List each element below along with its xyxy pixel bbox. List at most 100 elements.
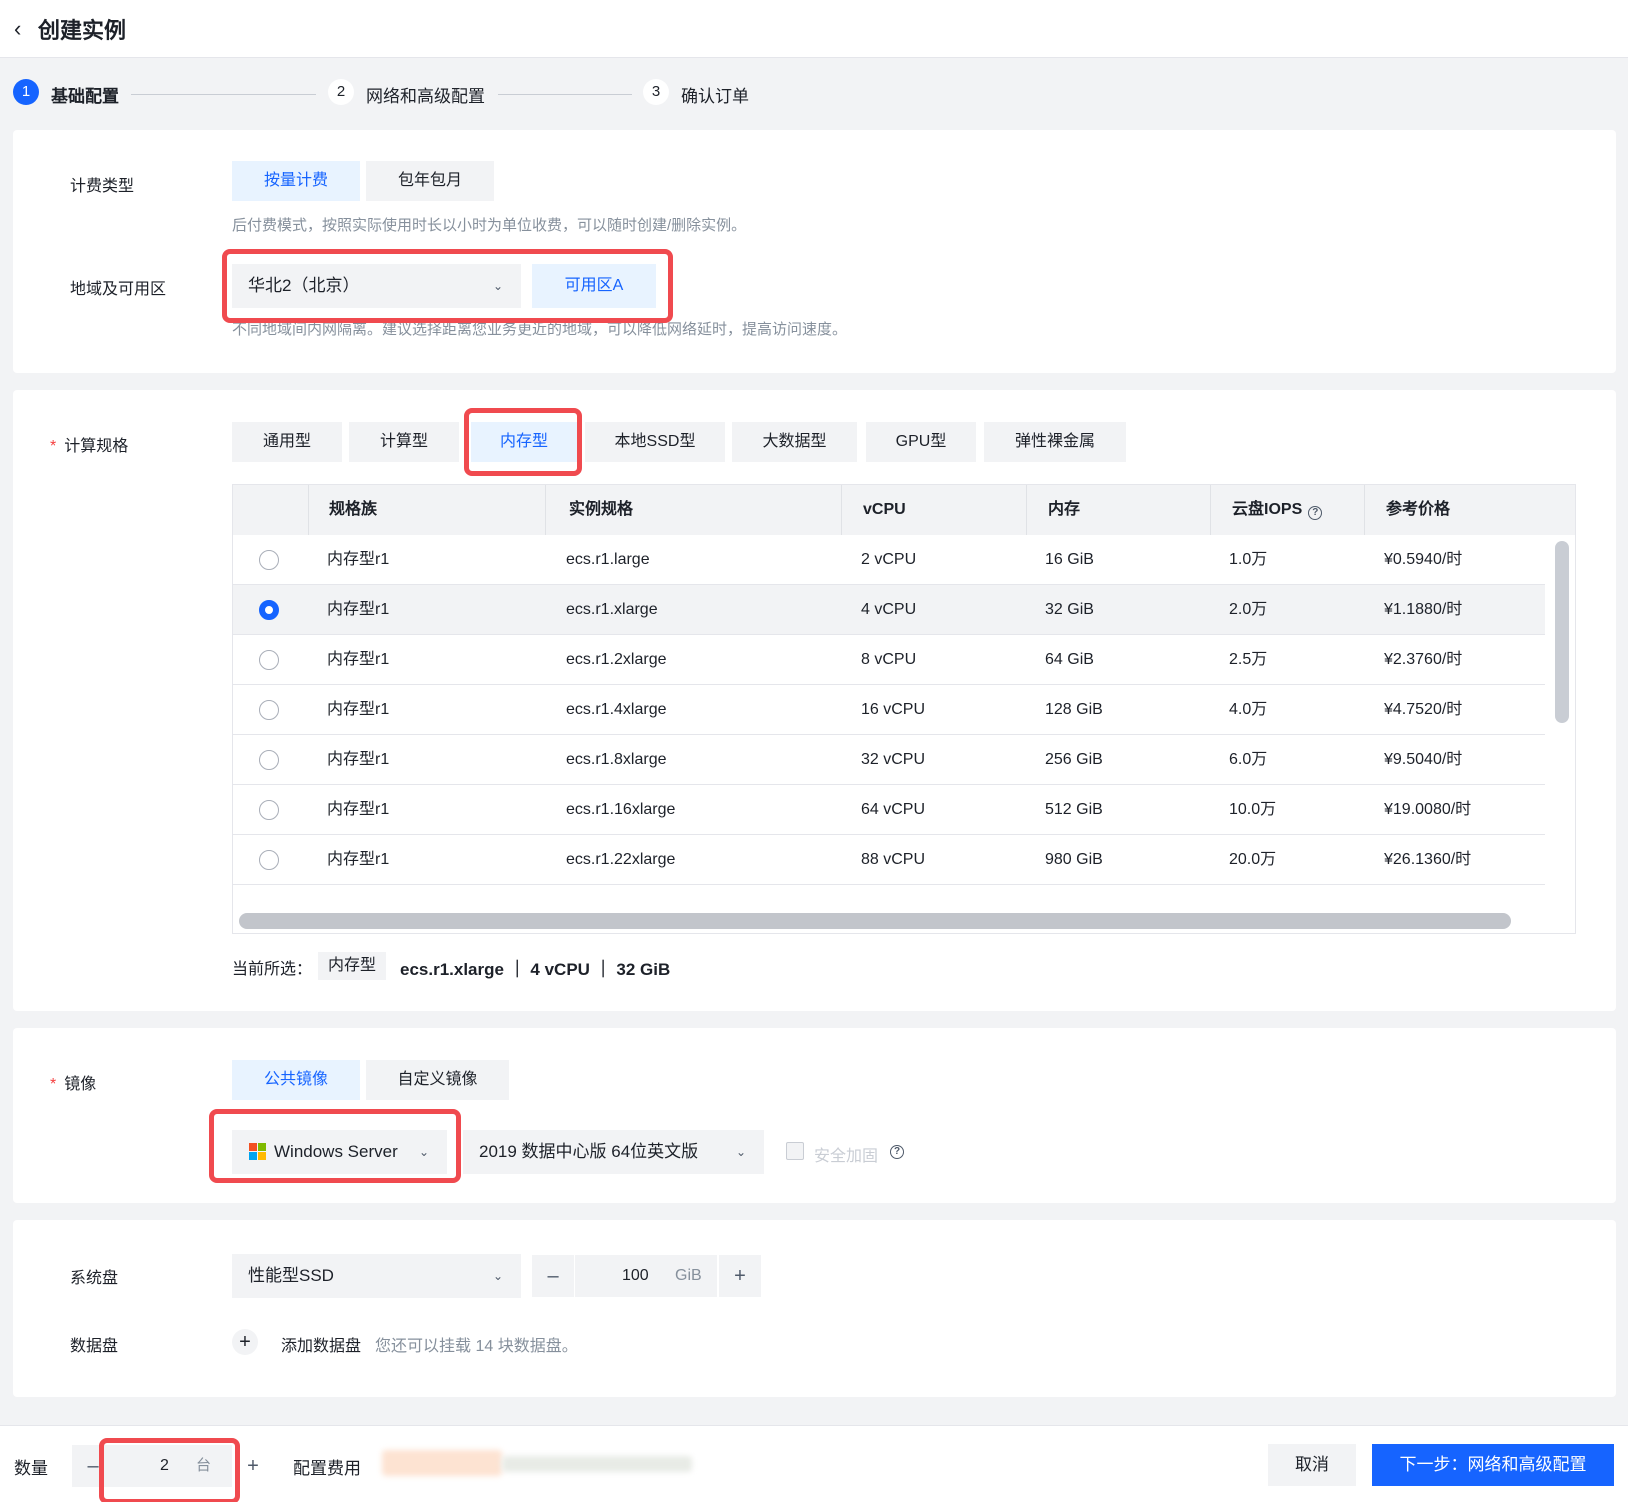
row-spec: ecs.r1.8xlarge	[566, 751, 667, 768]
region-label: 地域及可用区	[70, 281, 167, 298]
column-divider	[545, 485, 546, 535]
row-radio[interactable]	[259, 850, 279, 870]
compute-label: * 计算规格	[50, 432, 128, 456]
image-tab-custom[interactable]: 自定义镜像	[366, 1060, 509, 1100]
current-selection-summary: ecs.r1.xlarge ｜ 4 vCPU ｜ 32 GiB	[400, 960, 671, 979]
disk-card: 系统盘 性能型SSD ⌄ – 100 GiB + 数据盘 + 添加数据盘 您还可…	[13, 1220, 1616, 1397]
column-divider	[1210, 485, 1211, 535]
row-radio[interactable]	[259, 750, 279, 770]
table-row[interactable]: 内存型r1 ecs.r1.8xlarge 32 vCPU 256 GiB 6.0…	[233, 735, 1545, 785]
table-row[interactable]: 内存型r1 ecs.r1.16xlarge 64 vCPU 512 GiB 10…	[233, 785, 1545, 835]
row-price: ¥4.7520/时	[1384, 701, 1463, 718]
table-row[interactable]: 内存型r1 ecs.r1.4xlarge 16 vCPU 128 GiB 4.0…	[233, 685, 1545, 735]
table-row[interactable]: 内存型r1 ecs.r1.large 2 vCPU 16 GiB 1.0万 ¥0…	[233, 535, 1545, 585]
basic-card: 计费类型 按量计费 包年包月 后付费模式，按照实际使用时长以小时为单位收费，可以…	[13, 130, 1616, 373]
page-title: 创建实例	[38, 18, 127, 43]
add-data-disk-plus-icon[interactable]: +	[232, 1329, 258, 1355]
quantity-label: 数量	[14, 1459, 48, 1478]
windows-logo-green	[258, 1143, 266, 1151]
row-price: ¥19.0080/时	[1384, 801, 1472, 818]
horizontal-scrollbar[interactable]	[239, 913, 1511, 929]
row-radio[interactable]	[259, 700, 279, 720]
tab-general[interactable]: 通用型	[232, 422, 342, 462]
step-3-label: 确认订单	[681, 87, 749, 106]
table-row[interactable]: 内存型r1 ecs.r1.xlarge 4 vCPU 32 GiB 2.0万 ¥…	[233, 585, 1545, 635]
row-family: 内存型r1	[327, 751, 390, 768]
region-hint: 不同地域间内网隔离。建议选择距离您业务更近的地域，可以降低网络延时，提高访问速度…	[232, 321, 848, 338]
step-1-number: 1	[13, 79, 39, 105]
tab-big-data[interactable]: 大数据型	[732, 422, 857, 462]
chevron-down-icon: ⌄	[492, 279, 503, 293]
current-selection-tag: 内存型	[318, 952, 387, 980]
step-divider	[131, 94, 316, 95]
tab-bare-metal[interactable]: 弹性裸金属	[984, 422, 1126, 462]
tab-compute[interactable]: 计算型	[349, 422, 459, 462]
column-divider	[308, 485, 309, 535]
billing-option-subscription[interactable]: 包年包月	[366, 161, 494, 201]
version-select-value: 2019 数据中心版 64位英文版	[479, 1142, 699, 1161]
row-radio-selected[interactable]	[259, 600, 279, 620]
cancel-button[interactable]: 取消	[1268, 1444, 1356, 1486]
row-family: 内存型r1	[327, 651, 390, 668]
tab-local-ssd[interactable]: 本地SSD型	[585, 422, 725, 462]
quantity-value: 2	[160, 1457, 169, 1474]
spec-table: 规格族 实例规格 vCPU 内存 云盘IOPS? 参考价格 内存型r1 ecs.…	[232, 484, 1576, 934]
tab-gpu[interactable]: GPU型	[866, 422, 976, 462]
quantity-input[interactable]: 2 台	[114, 1445, 232, 1487]
column-header-spec: 实例规格	[569, 501, 634, 518]
disk-size-unit: GiB	[675, 1267, 702, 1284]
zone-option-a[interactable]: 可用区A	[532, 264, 656, 308]
help-icon[interactable]: ?	[890, 1145, 904, 1159]
quantity-decrement-button[interactable]: –	[72, 1445, 114, 1487]
row-family: 内存型r1	[327, 551, 390, 568]
security-hardening-checkbox[interactable]	[786, 1142, 804, 1160]
column-header-price: 参考价格	[1386, 501, 1451, 518]
row-price: ¥0.5940/时	[1384, 551, 1463, 568]
chevron-down-icon: ⌄	[492, 1269, 503, 1283]
fee-label: 配置费用	[293, 1459, 361, 1478]
step-divider	[498, 94, 632, 95]
system-disk-type-select[interactable]: 性能型SSD ⌄	[232, 1254, 521, 1298]
billing-option-payg[interactable]: 按量计费	[232, 161, 360, 201]
region-select[interactable]: 华北2（北京） ⌄	[232, 264, 521, 308]
image-label: * 镜像	[50, 1070, 96, 1094]
version-select[interactable]: 2019 数据中心版 64位英文版 ⌄	[463, 1130, 764, 1174]
required-mark: *	[50, 438, 57, 455]
table-row[interactable]: 内存型r1 ecs.r1.22xlarge 88 vCPU 980 GiB 20…	[233, 835, 1545, 885]
blurred-fee-detail	[502, 1456, 692, 1472]
billing-label: 计费类型	[70, 178, 135, 195]
row-iops: 2.5万	[1229, 651, 1268, 668]
back-chevron-icon[interactable]: ‹	[14, 16, 21, 42]
column-header-memory: 内存	[1048, 501, 1081, 518]
row-spec: ecs.r1.xlarge	[566, 601, 658, 618]
row-memory: 16 GiB	[1045, 551, 1094, 568]
table-row[interactable]: 内存型r1 ecs.r1.2xlarge 8 vCPU 64 GiB 2.5万 …	[233, 635, 1545, 685]
quantity-increment-button[interactable]: +	[232, 1445, 274, 1487]
row-radio[interactable]	[259, 650, 279, 670]
row-family: 内存型r1	[327, 601, 390, 618]
row-iops: 4.0万	[1229, 701, 1268, 718]
help-icon[interactable]: ?	[1308, 506, 1323, 520]
row-vcpu: 32 vCPU	[861, 751, 926, 768]
row-memory: 128 GiB	[1045, 701, 1103, 718]
row-vcpu: 16 vCPU	[861, 701, 926, 718]
image-tab-public[interactable]: 公共镜像	[232, 1060, 360, 1100]
os-select[interactable]: Windows Server ⌄	[232, 1130, 447, 1174]
column-divider	[841, 485, 842, 535]
windows-logo-icon	[249, 1143, 267, 1161]
tab-memory[interactable]: 内存型	[471, 422, 577, 462]
row-radio[interactable]	[259, 800, 279, 820]
row-radio[interactable]	[259, 550, 279, 570]
row-vcpu: 2 vCPU	[861, 551, 917, 568]
column-divider	[1364, 485, 1365, 535]
row-price: ¥1.1880/时	[1384, 601, 1463, 618]
vertical-scrollbar[interactable]	[1555, 541, 1569, 723]
disk-size-increment-button[interactable]: +	[719, 1255, 761, 1297]
next-step-button[interactable]: 下一步：网络和高级配置	[1372, 1444, 1614, 1486]
add-data-disk-button[interactable]: 添加数据盘	[281, 1332, 361, 1356]
disk-size-decrement-button[interactable]: –	[532, 1255, 574, 1297]
row-memory: 256 GiB	[1045, 751, 1103, 768]
row-family: 内存型r1	[327, 801, 390, 818]
disk-size-input[interactable]: 100 GiB	[575, 1255, 717, 1297]
blurred-fee-price	[382, 1450, 502, 1476]
